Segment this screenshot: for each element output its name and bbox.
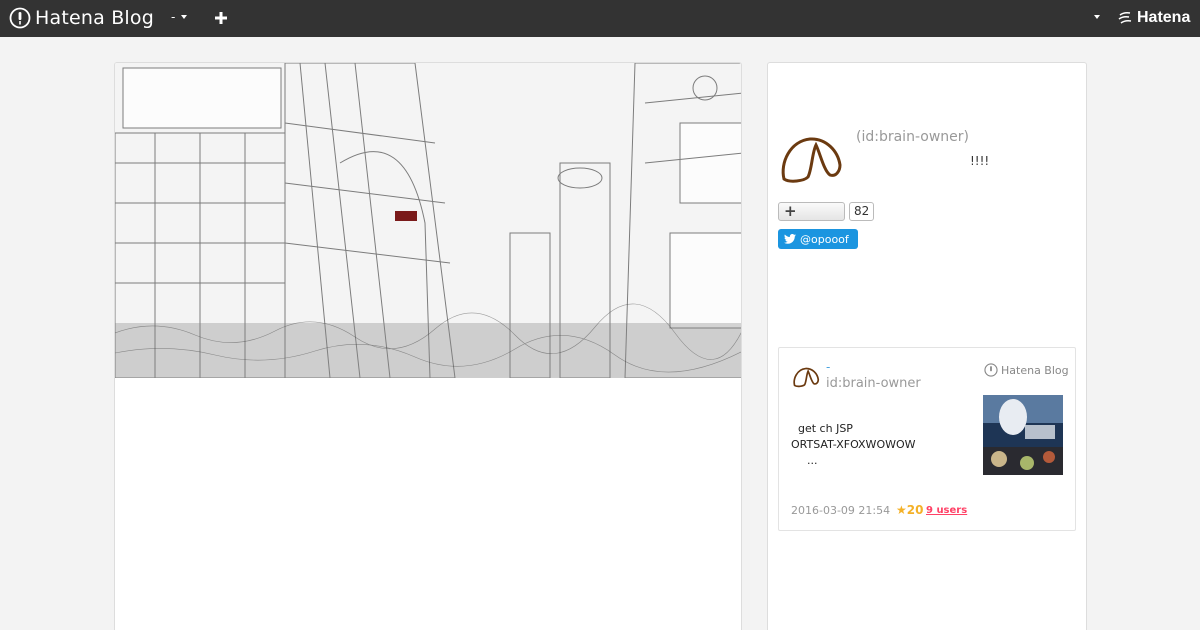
card-star-count[interactable]: ★20 bbox=[896, 503, 923, 517]
follower-count: 82 bbox=[849, 202, 875, 221]
main-content bbox=[114, 62, 742, 630]
twitter-handle: @opooof bbox=[800, 232, 849, 246]
card-thumbnail-image bbox=[983, 395, 1063, 475]
profile-description: !!!! bbox=[970, 154, 990, 168]
card-hatena-blog-badge: Hatena Blog bbox=[984, 363, 1069, 377]
hatena-brand-text: Hatena bbox=[1137, 9, 1191, 26]
blog-switcher[interactable]: - bbox=[171, 10, 188, 24]
hatena-blog-logo[interactable]: Hatena Blog bbox=[9, 6, 154, 30]
card-excerpt: get ch JSP ORTSAT-XFOXWOWOW ... bbox=[791, 421, 971, 469]
hatena-logo-icon bbox=[1118, 11, 1132, 24]
city-sketch-image bbox=[115, 63, 741, 379]
hatena-brand[interactable]: Hatena bbox=[1118, 9, 1190, 27]
hatena-blog-logo-icon bbox=[984, 363, 998, 377]
card-author-id[interactable]: id:brain-owner bbox=[826, 376, 921, 391]
twitter-follow-button[interactable]: @opooof bbox=[778, 229, 858, 249]
card-bookmark-users[interactable]: 9 users bbox=[926, 505, 967, 516]
follow-row: + 82 bbox=[778, 202, 875, 221]
card-thumbnail[interactable] bbox=[983, 395, 1063, 475]
profile-avatar[interactable] bbox=[778, 133, 844, 185]
sidebar: (id:brain-owner) !!!! + 82 @opooof - id:… bbox=[767, 62, 1087, 630]
hatena-blog-logo-icon bbox=[9, 7, 31, 29]
card-blog-link[interactable]: - bbox=[826, 360, 830, 374]
chevron-down-icon bbox=[181, 15, 188, 19]
card-excerpt-line: ... bbox=[807, 454, 818, 467]
follow-button[interactable]: + bbox=[778, 202, 845, 221]
card-excerpt-line: get ch JSP bbox=[798, 422, 853, 435]
card-date: 2016-03-09 21:54 bbox=[791, 504, 891, 517]
twitter-bird-icon bbox=[784, 234, 796, 244]
plus-icon: + bbox=[784, 202, 797, 220]
blog-switcher-label: - bbox=[171, 10, 176, 24]
plus-icon[interactable] bbox=[213, 8, 229, 28]
profile-id[interactable]: (id:brain-owner) bbox=[856, 129, 969, 145]
user-menu-caret[interactable] bbox=[1094, 15, 1100, 19]
blog-header-image bbox=[115, 63, 741, 379]
card-brand-text: Hatena Blog bbox=[1001, 363, 1069, 377]
card-excerpt-line: ORTSAT-XFOXWOWOW bbox=[791, 438, 916, 451]
card-avatar[interactable] bbox=[791, 366, 821, 388]
logo-text: Hatena Blog bbox=[35, 7, 154, 29]
blog-embed-card[interactable]: - id:brain-owner Hatena Blog get ch JSP … bbox=[778, 347, 1076, 531]
global-header: Hatena Blog - Hatena bbox=[0, 0, 1200, 37]
